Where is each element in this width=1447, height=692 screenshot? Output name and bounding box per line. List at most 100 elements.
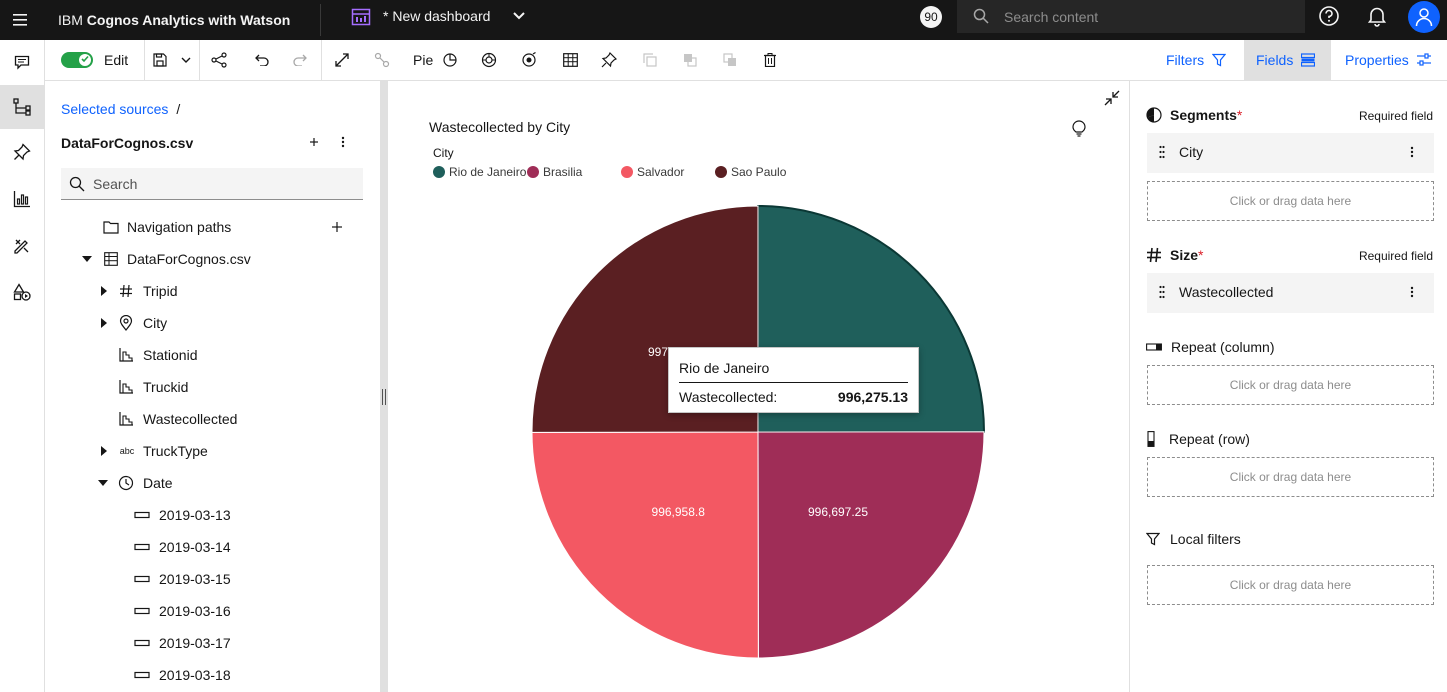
- bring-forward-icon[interactable]: [682, 48, 698, 72]
- segments-heading: Segments *: [1146, 107, 1242, 123]
- tree-item-truckid[interactable]: Truckid: [45, 371, 381, 403]
- pin-icon[interactable]: [601, 48, 617, 72]
- divider: [679, 382, 908, 383]
- pin-icon[interactable]: [0, 130, 44, 174]
- caret-right-icon[interactable]: [99, 446, 109, 456]
- tree-item-label: Date: [143, 475, 173, 491]
- tree-item-date-member[interactable]: 2019-03-15: [45, 563, 381, 595]
- delete-icon[interactable]: [762, 48, 778, 72]
- tree-item-date-member[interactable]: 2019-03-14: [45, 531, 381, 563]
- repeat-column-drop-zone[interactable]: Click or drag data here: [1147, 365, 1434, 405]
- edit-toggle[interactable]: [61, 52, 93, 68]
- drag-handle-icon[interactable]: [1159, 145, 1165, 159]
- text-abc-icon: abc: [119, 446, 135, 456]
- notification-count-badge[interactable]: 90: [920, 6, 942, 28]
- overflow-menu-icon[interactable]: [1410, 145, 1414, 159]
- tree-item-navigation-paths[interactable]: Navigation paths: [45, 211, 381, 243]
- share-icon[interactable]: [211, 48, 227, 72]
- menu-icon[interactable]: [0, 0, 40, 40]
- repeat-column-heading: Repeat (column): [1146, 339, 1275, 355]
- visualizations-icon[interactable]: [0, 177, 44, 221]
- duplicate-icon[interactable]: [642, 48, 658, 72]
- dashboard-icon: [351, 7, 371, 27]
- drag-handle-icon[interactable]: [1159, 285, 1165, 299]
- breadcrumb-separator: /: [176, 101, 181, 117]
- search-content-input[interactable]: [1004, 0, 1294, 33]
- notifications-bell-icon[interactable]: [1366, 5, 1388, 27]
- widgets-tools-icon[interactable]: [0, 224, 44, 268]
- pie-slice-brasilia[interactable]: [757, 431, 985, 659]
- segments-field-slot[interactable]: City: [1147, 133, 1434, 173]
- product-brand[interactable]: IBM Cognos Analytics with Watson: [58, 0, 290, 40]
- repeat-row-title: Repeat (row): [1169, 431, 1250, 447]
- overflow-menu-icon[interactable]: [341, 135, 345, 149]
- source-search-input[interactable]: [93, 168, 353, 199]
- tree-item-label: 2019-03-14: [159, 539, 231, 555]
- legend-item[interactable]: Sao Paulo: [715, 165, 786, 179]
- pie-slice-data-label: 996,697.25: [808, 505, 868, 519]
- tree-item-stationid[interactable]: Stationid: [45, 339, 381, 371]
- legend-swatch: [621, 166, 633, 178]
- tree-item-trucktype[interactable]: abc TruckType: [45, 435, 381, 467]
- table-view-icon[interactable]: [562, 48, 578, 72]
- tab-filters[interactable]: Filters: [1154, 40, 1238, 80]
- save-icon[interactable]: [152, 48, 168, 72]
- tree-item-tripid[interactable]: Tripid: [45, 275, 381, 307]
- member-icon: [134, 667, 150, 683]
- overflow-menu-icon[interactable]: [1410, 285, 1414, 299]
- tree-item-source-table[interactable]: DataForCognos.csv: [45, 243, 381, 275]
- help-icon[interactable]: [1318, 5, 1340, 27]
- caret-right-icon[interactable]: [99, 286, 109, 296]
- caret-down-icon[interactable]: [98, 478, 108, 488]
- measure-icon: [118, 347, 134, 363]
- hash-icon: [1147, 247, 1161, 263]
- legend-item[interactable]: Brasilia: [527, 165, 582, 179]
- add-icon[interactable]: [331, 221, 343, 233]
- pie-slice-salvador[interactable]: [531, 431, 759, 659]
- shapes-media-icon[interactable]: [0, 270, 44, 314]
- local-filters-drop-zone[interactable]: Click or drag data here: [1147, 565, 1434, 605]
- tree-item-date-member[interactable]: 2019-03-16: [45, 595, 381, 627]
- insights-icon[interactable]: [521, 48, 537, 72]
- color-palette-icon[interactable]: [481, 48, 497, 72]
- chart-title[interactable]: Wastecollected by City: [429, 119, 570, 135]
- folder-icon: [103, 219, 119, 235]
- repeat-row-drop-zone[interactable]: Click or drag data here: [1147, 457, 1434, 497]
- visualization-type-label[interactable]: Pie: [413, 40, 433, 80]
- selected-sources-link[interactable]: Selected sources: [61, 101, 168, 117]
- tree-item-city[interactable]: City: [45, 307, 381, 339]
- tab-properties[interactable]: Properties: [1333, 40, 1443, 80]
- user-avatar[interactable]: [1408, 1, 1440, 33]
- field-name: Wastecollected: [1179, 284, 1274, 300]
- tree-item-date-member[interactable]: 2019-03-17: [45, 627, 381, 659]
- tab-fields[interactable]: Fields: [1244, 40, 1331, 80]
- connect-icon[interactable]: [374, 48, 390, 72]
- tree-item-label: Tripid: [143, 283, 178, 299]
- comment-icon[interactable]: [0, 40, 44, 84]
- expand-icon[interactable]: [334, 48, 350, 72]
- send-backward-icon[interactable]: [722, 48, 738, 72]
- segments-drop-zone[interactable]: Click or drag data here: [1147, 181, 1434, 221]
- tree-item-date[interactable]: Date: [45, 467, 381, 499]
- add-icon[interactable]: [307, 135, 321, 149]
- save-options-chevron-icon[interactable]: [179, 48, 193, 72]
- redo-icon[interactable]: [292, 48, 310, 72]
- panel-resize-handle[interactable]: [380, 81, 388, 692]
- tree-item-date-member[interactable]: 2019-03-18: [45, 659, 381, 691]
- dashboard-title[interactable]: * New dashboard: [383, 0, 490, 40]
- undo-icon[interactable]: [252, 48, 270, 72]
- tree-item-label: Stationid: [143, 347, 198, 363]
- legend-item[interactable]: Rio de Janeiro: [433, 165, 526, 179]
- chevron-down-icon[interactable]: [511, 8, 527, 24]
- legend-item[interactable]: Salvador: [621, 165, 684, 179]
- size-field-slot[interactable]: Wastecollected: [1147, 273, 1434, 313]
- lightbulb-icon[interactable]: [1071, 120, 1087, 138]
- caret-right-icon[interactable]: [99, 318, 109, 328]
- pie-chart-icon[interactable]: [442, 48, 458, 72]
- tree-item-date-member[interactable]: 2019-03-13: [45, 499, 381, 531]
- required-field-label: Required field: [1358, 249, 1433, 263]
- caret-down-icon[interactable]: [82, 254, 92, 264]
- tree-item-wastecollected[interactable]: Wastecollected: [45, 403, 381, 435]
- collapse-icon[interactable]: [1103, 89, 1121, 107]
- data-sources-icon[interactable]: [0, 85, 44, 129]
